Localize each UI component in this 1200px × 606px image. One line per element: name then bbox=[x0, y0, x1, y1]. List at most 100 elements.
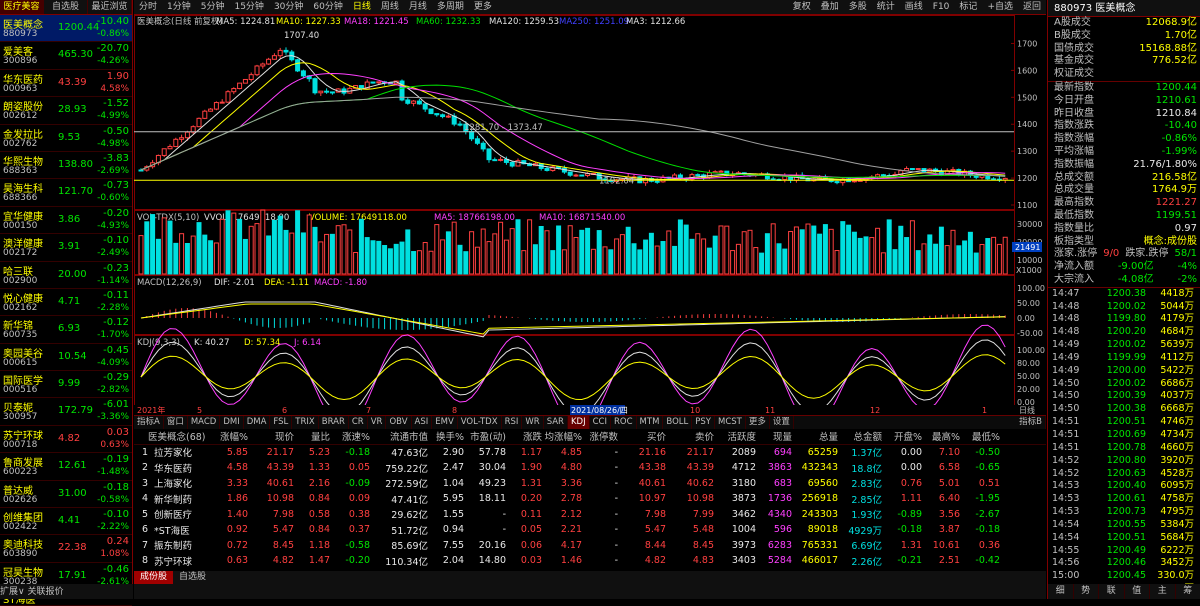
indicator-tab-7[interactable]: BRAR bbox=[319, 416, 349, 429]
table-row[interactable]: 8苏宁环球0.634.821.47-0.20110.34亿2.0414.800.… bbox=[134, 553, 1046, 569]
col-header[interactable]: 换手% bbox=[428, 429, 464, 443]
stock-row[interactable]: 鲁商发展60022312.61-0.19-1.48% bbox=[0, 453, 132, 480]
indicator-tab-10[interactable]: OBV bbox=[386, 416, 411, 429]
indicator-tab-9[interactable]: VR bbox=[368, 416, 387, 429]
right-tab-3[interactable]: 值 bbox=[1125, 584, 1151, 599]
col-header[interactable]: 现量 bbox=[756, 429, 792, 443]
indicator-tab-2[interactable]: MACD bbox=[188, 416, 220, 429]
menu-right-0[interactable]: 复权 bbox=[788, 0, 816, 14]
stock-row[interactable]: 苏宁环球0007184.820.030.63% bbox=[0, 426, 132, 453]
indicator-tab-11[interactable]: ASI bbox=[412, 416, 433, 429]
stock-row[interactable]: 奥迪科技60389022.380.241.08% bbox=[0, 535, 132, 562]
table-row[interactable]: 4新华制药1.8610.980.840.0947.41亿5.9518.110.2… bbox=[134, 491, 1046, 507]
indicator-tab-15[interactable]: WR bbox=[522, 416, 543, 429]
indicator-tab-19[interactable]: ROC bbox=[611, 416, 637, 429]
bottom-tab-0[interactable]: 成份股 bbox=[134, 571, 173, 584]
indicator-tab-18[interactable]: CCI bbox=[590, 416, 611, 429]
stock-row[interactable]: 华东医药00096343.391.904.58% bbox=[0, 70, 132, 97]
right-tab-2[interactable]: 联 bbox=[1099, 584, 1125, 599]
col-header[interactable]: 总量 bbox=[792, 429, 838, 443]
col-header[interactable]: 最高% bbox=[922, 429, 960, 443]
col-header[interactable]: 开盘% bbox=[882, 429, 922, 443]
col-header[interactable]: 市盈(动) bbox=[464, 429, 506, 443]
bottom-tab-1[interactable]: 自选股 bbox=[173, 571, 212, 584]
stock-row[interactable]: 贝泰妮300957172.79-6.01-3.36% bbox=[0, 398, 132, 425]
menu-right-8[interactable]: 返回 bbox=[1018, 0, 1046, 14]
stock-tab-0[interactable]: 医疗美容 bbox=[0, 0, 44, 14]
menu-9[interactable]: 多周期 bbox=[432, 0, 469, 14]
col-header[interactable]: 涨跌 bbox=[506, 429, 542, 443]
kline-chart[interactable]: 医美概念(日线 前复权)MA5: 1224.81MA10: 1227.33MA1… bbox=[134, 15, 1046, 415]
menu-right-6[interactable]: 标记 bbox=[954, 0, 982, 14]
right-tab-5[interactable]: 筹 bbox=[1176, 584, 1200, 599]
menu-right-5[interactable]: F10 bbox=[928, 0, 955, 14]
indicator-tab-b[interactable]: 指标B bbox=[1016, 416, 1046, 429]
menu-0[interactable]: 分时 bbox=[134, 0, 162, 14]
table-row[interactable]: 7振东制药0.728.451.18-0.5885.69亿7.5520.160.0… bbox=[134, 538, 1046, 554]
menu-6[interactable]: 日线 bbox=[348, 0, 376, 14]
indicator-tab-25[interactable]: 设置 bbox=[770, 416, 794, 429]
col-header[interactable]: 量比 bbox=[294, 429, 330, 443]
col-header[interactable]: 涨停数 bbox=[582, 429, 618, 443]
col-header[interactable]: 总金额 bbox=[838, 429, 882, 443]
indicator-tab-17[interactable]: KDJ bbox=[568, 416, 590, 429]
menu-8[interactable]: 月线 bbox=[404, 0, 432, 14]
indicator-tab-0[interactable]: 指标A bbox=[134, 416, 164, 429]
col-header[interactable]: 卖价 bbox=[666, 429, 714, 443]
menu-5[interactable]: 60分钟 bbox=[308, 0, 347, 14]
stock-row[interactable]: 创维集团0024224.41-0.10-2.22% bbox=[0, 508, 132, 535]
indicator-tab-1[interactable]: 窗口 bbox=[164, 416, 188, 429]
indicator-tab-8[interactable]: CR bbox=[349, 416, 368, 429]
stock-row[interactable]: 悦心健康0021624.71-0.11-2.28% bbox=[0, 289, 132, 316]
col-header[interactable]: 均涨幅% bbox=[542, 429, 582, 443]
menu-right-2[interactable]: 多股 bbox=[844, 0, 872, 14]
col-header[interactable]: 买价 bbox=[618, 429, 666, 443]
stock-row[interactable]: 国际医学0005169.99-0.29-2.82% bbox=[0, 371, 132, 398]
stock-row[interactable]: 新华锦6007356.93-0.12-1.70% bbox=[0, 316, 132, 343]
col-header[interactable]: 流通市值 bbox=[370, 429, 428, 443]
col-header[interactable]: 涨速% bbox=[330, 429, 370, 443]
table-row[interactable]: 6*ST海医0.925.470.840.3751.72亿0.94-0.052.2… bbox=[134, 522, 1046, 538]
stock-tab-2[interactable]: 最近浏览 bbox=[88, 0, 132, 14]
col-header[interactable]: 活跃度 bbox=[714, 429, 756, 443]
right-tab-4[interactable]: 主 bbox=[1150, 584, 1176, 599]
indicator-tab-20[interactable]: MTM bbox=[637, 416, 664, 429]
menu-7[interactable]: 周线 bbox=[376, 0, 404, 14]
stock-row[interactable]: 金发拉比0027629.53-0.50-4.98% bbox=[0, 125, 132, 152]
menu-right-7[interactable]: +自选 bbox=[982, 0, 1018, 14]
right-tab-1[interactable]: 势 bbox=[1074, 584, 1100, 599]
indicator-tab-4[interactable]: DMA bbox=[244, 416, 271, 429]
indicator-tab-6[interactable]: TRIX bbox=[292, 416, 318, 429]
stock-row[interactable]: 医美概念8809731200.44-10.40-0.86% bbox=[0, 15, 132, 42]
menu-right-4[interactable]: 画线 bbox=[900, 0, 928, 14]
menu-10[interactable]: 更多 bbox=[469, 0, 497, 14]
table-row[interactable]: 1拉芳家化5.8521.175.23-0.1847.63亿2.9057.781.… bbox=[134, 445, 1046, 461]
indicator-tab-14[interactable]: RSI bbox=[502, 416, 523, 429]
table-row[interactable]: 3上海家化3.3340.612.16-0.09272.59亿1.0449.231… bbox=[134, 476, 1046, 492]
stock-row[interactable]: 哈三联00290020.00-0.23-1.14% bbox=[0, 262, 132, 289]
right-tab-0[interactable]: 细 bbox=[1048, 584, 1074, 599]
indicator-tab-3[interactable]: DMI bbox=[220, 416, 243, 429]
indicator-tab-13[interactable]: VOL-TDX bbox=[458, 416, 502, 429]
indicator-tab-16[interactable]: SAR bbox=[544, 416, 568, 429]
menu-2[interactable]: 5分钟 bbox=[196, 0, 230, 14]
menu-right-3[interactable]: 统计 bbox=[872, 0, 900, 14]
indicator-tab-23[interactable]: MCST bbox=[715, 416, 746, 429]
stock-row[interactable]: 澳洋健康0021723.91-0.10-2.49% bbox=[0, 234, 132, 261]
col-header[interactable]: 涨幅% bbox=[208, 429, 248, 443]
menu-1[interactable]: 1分钟 bbox=[162, 0, 196, 14]
stock-row[interactable]: 爱美客300896465.30-20.70-4.26% bbox=[0, 42, 132, 69]
indicator-tab-22[interactable]: PSY bbox=[692, 416, 715, 429]
menu-right-1[interactable]: 叠加 bbox=[816, 0, 844, 14]
menu-4[interactable]: 30分钟 bbox=[269, 0, 308, 14]
col-header[interactable]: 最低% bbox=[960, 429, 1000, 443]
stock-tab-1[interactable]: 自选股 bbox=[44, 0, 88, 14]
table-row[interactable]: 2华东医药4.5843.391.330.05759.22亿2.4730.041.… bbox=[134, 460, 1046, 476]
stock-list-footer[interactable]: 扩展∨ 关联报价 bbox=[0, 584, 133, 599]
col-header[interactable]: 现价 bbox=[248, 429, 294, 443]
stock-row[interactable]: 普达威00262631.00-0.18-0.58% bbox=[0, 481, 132, 508]
stock-row[interactable]: 奥园美谷00061510.54-0.45-4.09% bbox=[0, 344, 132, 371]
menu-3[interactable]: 15分钟 bbox=[229, 0, 268, 14]
indicator-tab-21[interactable]: BOLL bbox=[663, 416, 692, 429]
indicator-tab-5[interactable]: FSL bbox=[270, 416, 292, 429]
